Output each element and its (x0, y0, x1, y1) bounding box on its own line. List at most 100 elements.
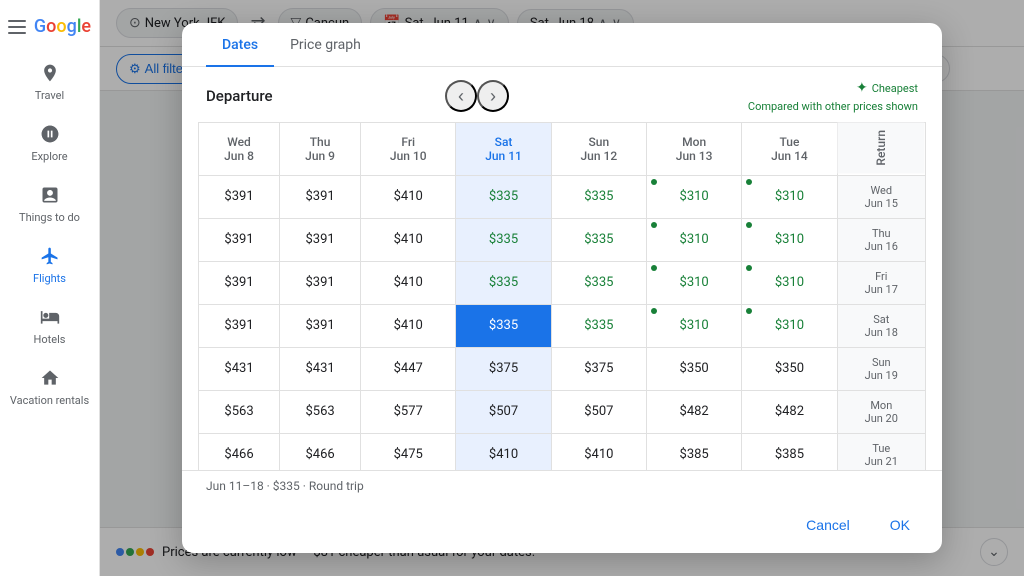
price-cell-2-6[interactable]: $310 (742, 261, 837, 304)
calendar-header: Departure ‹ › ✦ Cheapest Compared with o… (182, 67, 942, 122)
return-cell-2[interactable]: FriJun 17 (837, 261, 925, 304)
price-cell-6-3[interactable]: $410 (456, 433, 551, 470)
tab-dates[interactable]: Dates (206, 23, 274, 67)
price-cell-6-0[interactable]: $466 (199, 433, 280, 470)
price-cell-2-5[interactable]: $310 (646, 261, 741, 304)
price-cell-5-1[interactable]: $563 (280, 390, 361, 433)
sidebar-item-explore[interactable]: Explore (0, 114, 99, 171)
price-cell-3-1[interactable]: $391 (280, 304, 361, 347)
price-cell-0-1[interactable]: $391 (280, 175, 361, 218)
price-cell-1-0[interactable]: $391 (199, 218, 280, 261)
logo-text: Google (34, 16, 91, 37)
return-cell-4[interactable]: SunJun 19 (837, 347, 925, 390)
table-row: $391$391$410$335$335$310$310SatJun 18 (199, 304, 926, 347)
price-cell-6-2[interactable]: $475 (361, 433, 456, 470)
ok-button[interactable]: OK (874, 509, 926, 541)
things-to-do-icon (38, 183, 62, 207)
price-cell-4-0[interactable]: $431 (199, 347, 280, 390)
table-row: $391$391$410$335$335$310$310WedJun 15 (199, 175, 926, 218)
price-cell-4-6[interactable]: $350 (742, 347, 837, 390)
sidebar-item-flights[interactable]: Flights (0, 236, 99, 293)
price-cell-2-0[interactable]: $391 (199, 261, 280, 304)
price-cell-3-2[interactable]: $410 (361, 304, 456, 347)
table-row: $391$391$410$335$335$310$310FriJun 17 (199, 261, 926, 304)
price-cell-4-5[interactable]: $350 (646, 347, 741, 390)
cheapest-label-text: Cheapest (872, 81, 918, 96)
return-cell-0[interactable]: WedJun 15 (837, 175, 925, 218)
price-cell-4-1[interactable]: $431 (280, 347, 361, 390)
price-cell-3-0[interactable]: $391 (199, 304, 280, 347)
return-cell-3[interactable]: SatJun 18 (837, 304, 925, 347)
return-header: Return (837, 122, 925, 175)
sidebar-item-travel-label: Travel (35, 89, 64, 102)
price-cell-4-2[interactable]: $447 (361, 347, 456, 390)
calendar-next-button[interactable]: › (477, 80, 509, 112)
price-cell-1-1[interactable]: $391 (280, 218, 361, 261)
price-cell-5-4[interactable]: $507 (551, 390, 646, 433)
table-row: $431$431$447$375$375$350$350SunJun 19 (199, 347, 926, 390)
price-cell-3-6[interactable]: $310 (742, 304, 837, 347)
sidebar-item-explore-label: Explore (31, 150, 67, 163)
price-cell-2-4[interactable]: $335 (551, 261, 646, 304)
price-cell-5-0[interactable]: $563 (199, 390, 280, 433)
cancel-button[interactable]: Cancel (790, 509, 866, 541)
price-cell-6-5[interactable]: $385 (646, 433, 741, 470)
calendar-grid-container: WedJun 8ThuJun 9FriJun 10SatJun 11SunJun… (182, 122, 942, 470)
price-cell-0-2[interactable]: $410 (361, 175, 456, 218)
travel-icon (38, 61, 62, 85)
price-cell-1-5[interactable]: $310 (646, 218, 741, 261)
sidebar-item-travel[interactable]: Travel (0, 53, 99, 110)
price-cell-1-2[interactable]: $410 (361, 218, 456, 261)
main-area: ⊙ New York JFK ⇄ ▽ Cancun 📅 Sat, Jun 11 … (100, 0, 1024, 576)
calendar-title: Departure (206, 87, 445, 105)
col-header-0: WedJun 8 (199, 122, 280, 175)
return-cell-6[interactable]: TueJun 21 (837, 433, 925, 470)
price-cell-3-4[interactable]: $335 (551, 304, 646, 347)
price-cell-6-4[interactable]: $410 (551, 433, 646, 470)
sidebar-item-vacation[interactable]: Vacation rentals (0, 358, 99, 415)
status-text: Jun 11–18 · $335 · Round trip (206, 479, 364, 493)
dates-modal: Dates Price graph Departure ‹ › ✦ Cheape… (182, 23, 942, 553)
hamburger-menu[interactable] (8, 20, 26, 34)
return-cell-5[interactable]: MonJun 20 (837, 390, 925, 433)
sidebar-item-hotels-label: Hotels (34, 333, 66, 346)
price-cell-4-3[interactable]: $375 (456, 347, 551, 390)
sidebar-item-hotels[interactable]: Hotels (0, 297, 99, 354)
price-cell-0-4[interactable]: $335 (551, 175, 646, 218)
price-cell-1-4[interactable]: $335 (551, 218, 646, 261)
google-logo: Google (8, 8, 91, 53)
price-cell-3-5[interactable]: $310 (646, 304, 741, 347)
tab-price-graph[interactable]: Price graph (274, 23, 377, 67)
cheapest-sub-text: Compared with other prices shown (748, 99, 918, 114)
return-cell-1[interactable]: ThuJun 16 (837, 218, 925, 261)
price-cell-5-2[interactable]: $577 (361, 390, 456, 433)
price-cell-6-1[interactable]: $466 (280, 433, 361, 470)
flights-icon (38, 244, 62, 268)
price-cell-5-5[interactable]: $482 (646, 390, 741, 433)
price-cell-0-3[interactable]: $335 (456, 175, 551, 218)
table-row: $466$466$475$410$410$385$385TueJun 21 (199, 433, 926, 470)
price-cell-6-6[interactable]: $385 (742, 433, 837, 470)
price-cell-5-6[interactable]: $482 (742, 390, 837, 433)
sidebar-item-things-to-do[interactable]: Things to do (0, 175, 99, 232)
price-cell-0-6[interactable]: $310 (742, 175, 837, 218)
explore-icon (38, 122, 62, 146)
price-cell-5-3[interactable]: $507 (456, 390, 551, 433)
modal-tabs: Dates Price graph (182, 23, 942, 67)
modal-overlay[interactable]: Dates Price graph Departure ‹ › ✦ Cheape… (100, 0, 1024, 576)
price-cell-3-3[interactable]: $335 (456, 304, 551, 347)
price-cell-2-2[interactable]: $410 (361, 261, 456, 304)
hotels-icon (38, 305, 62, 329)
price-cell-0-5[interactable]: $310 (646, 175, 741, 218)
price-cell-1-3[interactable]: $335 (456, 218, 551, 261)
price-cell-2-3[interactable]: $335 (456, 261, 551, 304)
sidebar-item-flights-label: Flights (33, 272, 66, 285)
table-row: $563$563$577$507$507$482$482MonJun 20 (199, 390, 926, 433)
price-cell-0-0[interactable]: $391 (199, 175, 280, 218)
vacation-icon (38, 366, 62, 390)
price-cell-1-6[interactable]: $310 (742, 218, 837, 261)
price-cell-4-4[interactable]: $375 (551, 347, 646, 390)
calendar-prev-button[interactable]: ‹ (445, 80, 477, 112)
price-cell-2-1[interactable]: $391 (280, 261, 361, 304)
sidebar-item-things-label: Things to do (19, 211, 80, 224)
